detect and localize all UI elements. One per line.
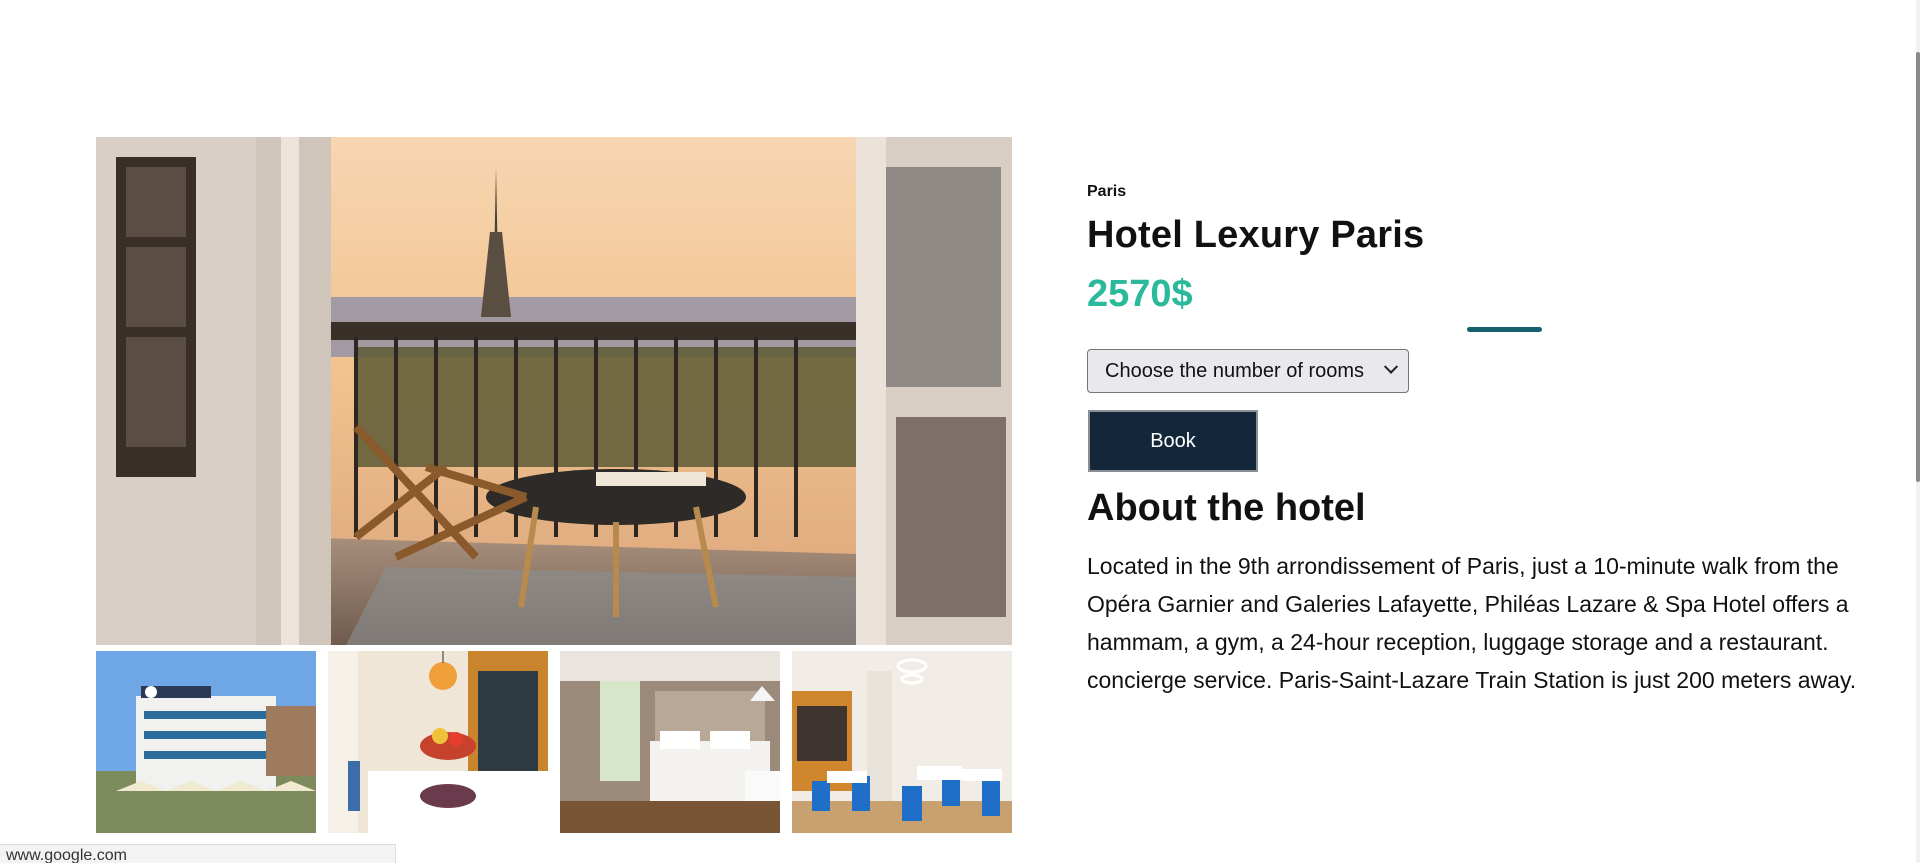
- about-description: Located in the 9th arrondissement of Par…: [1087, 553, 1857, 693]
- hotel-name: Hotel Lexury Paris: [1087, 214, 1425, 256]
- thumbnail-lobby-bar[interactable]: [328, 651, 548, 833]
- hotel-city: Paris: [1087, 183, 1127, 200]
- hotel-price: 2570$: [1087, 273, 1193, 315]
- loading-indicator: [1467, 327, 1542, 332]
- thumbnail-bedroom[interactable]: [560, 651, 780, 833]
- thumbnail-hotel-exterior[interactable]: [96, 651, 316, 833]
- rooms-select[interactable]: Choose the number of rooms: [1087, 349, 1409, 393]
- scrollbar-thumb[interactable]: [1916, 52, 1920, 482]
- rooms-select-value: Choose the number of rooms: [1105, 359, 1365, 382]
- hotel-detail-page: Paris Hotel Lexury Paris 2570$ Choose th…: [0, 0, 1920, 863]
- link-status-bar: www.google.com: [0, 844, 396, 863]
- chevron-down-icon: [1383, 359, 1399, 374]
- thumbnail-restaurant[interactable]: [792, 651, 1012, 833]
- book-button[interactable]: Book: [1088, 410, 1258, 472]
- page-scrollbar[interactable]: [1916, 0, 1920, 863]
- main-hotel-photo[interactable]: [96, 137, 1012, 645]
- photo-thumbnails: [96, 651, 1012, 833]
- about-heading: About the hotel: [1087, 487, 1366, 529]
